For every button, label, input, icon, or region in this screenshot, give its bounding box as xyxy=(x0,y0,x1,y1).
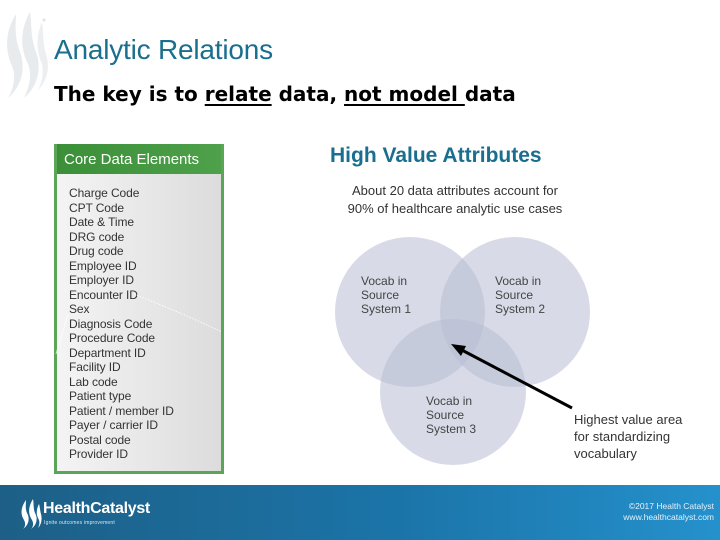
subtitle-part1: The key is to xyxy=(54,82,205,106)
venn-label-line: System 1 xyxy=(361,302,412,316)
core-data-elements-list: Charge Code CPT Code Date & Time DRG cod… xyxy=(69,186,174,462)
core-data-elements-heading: Core Data Elements xyxy=(57,144,221,174)
venn-label-line: Source xyxy=(495,288,534,302)
venn-label-line: Source xyxy=(361,288,400,302)
list-item: Drug code xyxy=(69,244,124,258)
description-line1: About 20 data attributes account for xyxy=(352,183,558,198)
high-value-attributes-description: About 20 data attributes account for 90%… xyxy=(320,182,590,218)
list-item: Procedure Code xyxy=(69,331,155,345)
venn-label-line: Source xyxy=(426,408,465,422)
description-line2: 90% of healthcare analytic use cases xyxy=(347,201,563,216)
subtitle-not-model: not model xyxy=(344,82,465,106)
health-catalyst-logo-text: HealthCatalyst xyxy=(43,500,150,517)
list-item: Date & Time xyxy=(69,215,134,229)
callout-text: Highest value area for standardizing voc… xyxy=(574,411,682,462)
list-item: Department ID xyxy=(69,345,146,360)
venn-label-line: System 2 xyxy=(495,302,546,316)
copyright-text: ©2017 Health Catalyst xyxy=(628,501,714,511)
flame-watermark-icon xyxy=(7,12,48,98)
list-item: Payer / carrier ID xyxy=(69,418,158,432)
subtitle-part5: data xyxy=(464,82,516,106)
callout-line: vocabulary xyxy=(574,446,637,461)
list-item: Diagnosis Code xyxy=(69,316,153,331)
list-item: Employer ID xyxy=(69,273,134,287)
list-item: CPT Code xyxy=(69,200,125,215)
subtitle-relate: relate xyxy=(204,82,272,106)
venn-circle-system-3 xyxy=(380,319,526,465)
copyright-block: ©2017 Health Catalyst www.healthcatalyst… xyxy=(623,501,714,523)
list-item: Facility ID xyxy=(69,360,121,374)
slide-subtitle: The key is to relate data, not model dat… xyxy=(54,82,516,106)
list-item: Lab code xyxy=(69,374,118,389)
list-item: Postal code xyxy=(69,432,131,447)
website-text: www.healthcatalyst.com xyxy=(623,512,714,522)
venn-label-line: System 3 xyxy=(426,422,477,436)
health-catalyst-flame-icon xyxy=(21,499,42,529)
slide-title: Analytic Relations xyxy=(54,34,273,65)
list-item: Sex xyxy=(69,302,90,316)
core-data-elements-box: Core Data Elements Charge Code CPT Code … xyxy=(54,144,224,474)
venn-label-system-1: Vocab in Source System 1 xyxy=(361,274,411,316)
high-value-attributes-heading: High Value Attributes xyxy=(330,144,542,167)
list-item: DRG code xyxy=(69,229,125,244)
list-item: Patient / member ID xyxy=(69,403,174,418)
list-item: Provider ID xyxy=(69,447,128,461)
list-item: Patient type xyxy=(69,389,132,403)
callout-line: for standardizing xyxy=(574,429,671,444)
subtitle-part3: data, xyxy=(271,82,345,106)
list-item: Encounter ID xyxy=(69,287,138,302)
venn-label-line: Vocab in xyxy=(495,274,542,288)
venn-label-system-3: Vocab in Source System 3 xyxy=(426,394,476,436)
list-item: Employee ID xyxy=(69,258,137,273)
venn-label-system-2: Vocab in Source System 2 xyxy=(495,274,545,316)
venn-label-line: Vocab in xyxy=(361,274,408,288)
footer-bar: HealthCatalyst Ignite outcomes improveme… xyxy=(0,485,720,540)
callout-line: Highest value area xyxy=(574,412,683,427)
venn-label-line: Vocab in xyxy=(426,394,473,408)
health-catalyst-tagline: Ignite outcomes improvement xyxy=(44,520,115,526)
list-item: Charge Code xyxy=(69,186,140,200)
